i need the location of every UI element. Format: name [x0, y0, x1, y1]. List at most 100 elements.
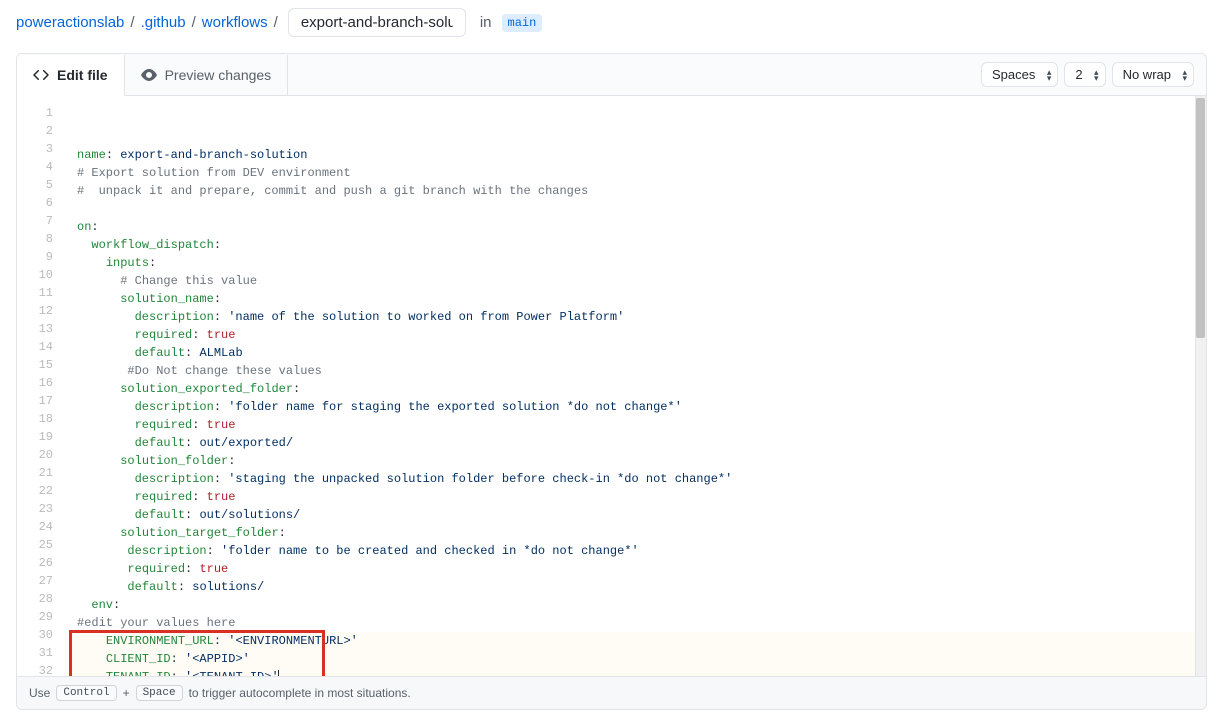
- code-line[interactable]: default: out/exported/: [65, 434, 1206, 452]
- line-number: 10: [17, 266, 65, 284]
- editor-card: Edit file Preview changes Spaces ▴▾ 2 ▴▾…: [16, 53, 1207, 710]
- footer-rest: to trigger autocomplete in most situatio…: [189, 686, 411, 700]
- chevron-up-down-icon: ▴▾: [1094, 69, 1099, 81]
- line-number: 30: [17, 626, 65, 644]
- line-number: 20: [17, 446, 65, 464]
- line-number: 23: [17, 500, 65, 518]
- code-line[interactable]: description: 'folder name to be created …: [65, 542, 1206, 560]
- tab-preview-changes-label: Preview changes: [165, 67, 272, 83]
- line-number: 12: [17, 302, 65, 320]
- breadcrumb-sep: /: [274, 14, 278, 31]
- line-number: 31: [17, 644, 65, 662]
- line-number: 13: [17, 320, 65, 338]
- scrollbar-thumb[interactable]: [1196, 98, 1205, 338]
- code-line[interactable]: description: 'staging the unpacked solut…: [65, 470, 1206, 488]
- line-numbers-gutter: 1234567891011121314151617181920212223242…: [17, 96, 65, 676]
- indent-mode-value: Spaces: [992, 67, 1035, 82]
- code-line[interactable]: default: solutions/: [65, 578, 1206, 596]
- indent-size-value: 2: [1075, 67, 1082, 82]
- line-number: 3: [17, 140, 65, 158]
- in-label: in: [480, 14, 492, 31]
- code-line[interactable]: # unpack it and prepare, commit and push…: [65, 182, 1206, 200]
- line-number: 22: [17, 482, 65, 500]
- code-line[interactable]: #Do Not change these values: [65, 362, 1206, 380]
- wrap-mode-value: No wrap: [1123, 67, 1171, 82]
- wrap-mode-select[interactable]: No wrap ▴▾: [1112, 62, 1194, 87]
- line-number: 26: [17, 554, 65, 572]
- code-line[interactable]: ENVIRONMENT_URL: '<ENVIRONMENTURL>': [65, 632, 1206, 650]
- kbd-control: Control: [56, 685, 116, 701]
- line-number: 9: [17, 248, 65, 266]
- breadcrumb-sep: /: [192, 14, 196, 31]
- code-line[interactable]: #edit your values here: [65, 614, 1206, 632]
- toolbar-right: Spaces ▴▾ 2 ▴▾ No wrap ▴▾: [969, 54, 1206, 95]
- code-line[interactable]: inputs:: [65, 254, 1206, 272]
- line-number: 18: [17, 410, 65, 428]
- code-editor[interactable]: name: export-and-branch-solution# Export…: [65, 96, 1206, 676]
- code-line[interactable]: required: true: [65, 326, 1206, 344]
- code-line[interactable]: solution_name:: [65, 290, 1206, 308]
- line-number: 4: [17, 158, 65, 176]
- breadcrumb-path2-link[interactable]: workflows: [202, 14, 268, 31]
- footer-use: Use: [29, 686, 50, 700]
- tab-preview-changes[interactable]: Preview changes: [125, 55, 289, 95]
- code-line[interactable]: solution_exported_folder:: [65, 380, 1206, 398]
- code-line[interactable]: TENANT_ID: '<TENANT ID>': [65, 668, 1206, 676]
- filename-input[interactable]: [288, 8, 466, 37]
- code-icon: [33, 67, 49, 83]
- code-line[interactable]: required: true: [65, 488, 1206, 506]
- line-number: 16: [17, 374, 65, 392]
- line-number: 15: [17, 356, 65, 374]
- line-number: 24: [17, 518, 65, 536]
- code-line[interactable]: required: true: [65, 560, 1206, 578]
- line-number: 25: [17, 536, 65, 554]
- code-line[interactable]: workflow_dispatch:: [65, 236, 1206, 254]
- indent-size-select[interactable]: 2 ▴▾: [1064, 62, 1105, 87]
- tab-edit-file-label: Edit file: [57, 67, 108, 83]
- line-number: 2: [17, 122, 65, 140]
- line-number: 6: [17, 194, 65, 212]
- line-number: 32: [17, 662, 65, 680]
- tab-edit-file[interactable]: Edit file: [17, 55, 125, 96]
- line-number: 28: [17, 590, 65, 608]
- breadcrumb-path1-link[interactable]: .github: [141, 14, 186, 31]
- code-line[interactable]: env:: [65, 596, 1206, 614]
- indent-mode-select[interactable]: Spaces ▴▾: [981, 62, 1058, 87]
- code-line[interactable]: description: 'name of the solution to wo…: [65, 308, 1206, 326]
- editor-body: 1234567891011121314151617181920212223242…: [17, 96, 1206, 676]
- breadcrumb-sep: /: [130, 14, 134, 31]
- chevron-up-down-icon: ▴▾: [1047, 69, 1052, 81]
- line-number: 8: [17, 230, 65, 248]
- scrollbar-vertical[interactable]: [1195, 96, 1206, 676]
- branch-badge: main: [502, 14, 543, 32]
- line-number: 14: [17, 338, 65, 356]
- line-number: 7: [17, 212, 65, 230]
- footer-hint: Use Control + Space to trigger autocompl…: [17, 676, 1206, 709]
- line-number: 29: [17, 608, 65, 626]
- code-line[interactable]: required: true: [65, 416, 1206, 434]
- code-line[interactable]: [65, 200, 1206, 218]
- line-number: 27: [17, 572, 65, 590]
- line-number: 1: [17, 104, 65, 122]
- code-line[interactable]: solution_folder:: [65, 452, 1206, 470]
- chevron-up-down-icon: ▴▾: [1182, 69, 1187, 81]
- breadcrumb-repo-link[interactable]: poweractionslab: [16, 14, 124, 31]
- code-line[interactable]: # Change this value: [65, 272, 1206, 290]
- line-number: 19: [17, 428, 65, 446]
- code-line[interactable]: solution_target_folder:: [65, 524, 1206, 542]
- line-number: 5: [17, 176, 65, 194]
- footer-plus: +: [123, 686, 130, 700]
- eye-icon: [141, 67, 157, 83]
- line-number: 17: [17, 392, 65, 410]
- code-line[interactable]: CLIENT_ID: '<APPID>': [65, 650, 1206, 668]
- tabnav: Edit file Preview changes Spaces ▴▾ 2 ▴▾…: [17, 54, 1206, 96]
- code-line[interactable]: name: export-and-branch-solution: [65, 146, 1206, 164]
- breadcrumb: poweractionslab / .github / workflows / …: [0, 0, 1223, 53]
- line-number: 11: [17, 284, 65, 302]
- code-line[interactable]: description: 'folder name for staging th…: [65, 398, 1206, 416]
- code-line[interactable]: default: out/solutions/: [65, 506, 1206, 524]
- code-line[interactable]: on:: [65, 218, 1206, 236]
- code-line[interactable]: default: ALMLab: [65, 344, 1206, 362]
- kbd-space: Space: [136, 685, 183, 701]
- code-line[interactable]: # Export solution from DEV environment: [65, 164, 1206, 182]
